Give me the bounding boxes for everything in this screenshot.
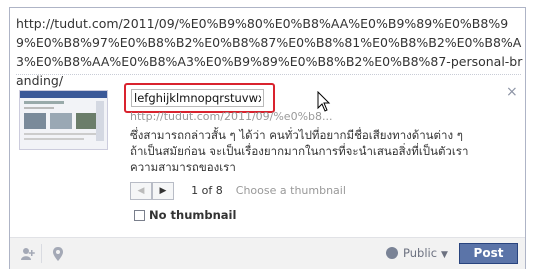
link-description[interactable]: ซึ่งสามารถกล่าวสั้น ๆ ได้ว่า คนทั่วไปที่… <box>130 127 470 175</box>
link-title-input[interactable] <box>131 89 264 107</box>
tag-friends-icon[interactable] <box>20 246 36 262</box>
triangle-right-icon[interactable]: ▶ <box>152 182 174 200</box>
chevron-down-icon: ▼ <box>441 250 448 260</box>
no-thumbnail-label: No thumbnail <box>149 208 237 222</box>
footer-divider <box>41 244 42 263</box>
thumbnail-navigator: ◀ ▶ 1 of 8 Choose a thumbnail <box>130 182 346 201</box>
divider <box>16 74 521 75</box>
no-thumbnail-checkbox[interactable] <box>134 210 145 221</box>
no-thumbnail-option[interactable]: No thumbnail <box>134 208 236 222</box>
composer-footer: Public ▼ Post <box>10 237 525 269</box>
thumbnail-count: 1 of 8 <box>191 184 223 197</box>
privacy-selector[interactable]: Public ▼ <box>386 245 448 262</box>
link-url: http://tudut.com/2011/09/%e0%b8... <box>130 110 333 123</box>
privacy-label: Public <box>403 246 438 260</box>
triangle-left-icon[interactable]: ◀ <box>130 182 152 200</box>
title-edit-highlight <box>124 83 275 113</box>
status-composer: http://tudut.com/2011/09/%E0%B9%80%E0%B8… <box>9 7 526 269</box>
globe-icon <box>386 247 398 259</box>
post-button[interactable]: Post <box>459 243 518 264</box>
close-icon[interactable]: × <box>506 85 518 99</box>
choose-thumbnail-hint: Choose a thumbnail <box>235 184 346 197</box>
location-pin-icon[interactable] <box>50 246 66 262</box>
status-text-area[interactable]: http://tudut.com/2011/09/%E0%B9%80%E0%B8… <box>16 14 524 90</box>
link-thumbnail <box>19 90 108 150</box>
